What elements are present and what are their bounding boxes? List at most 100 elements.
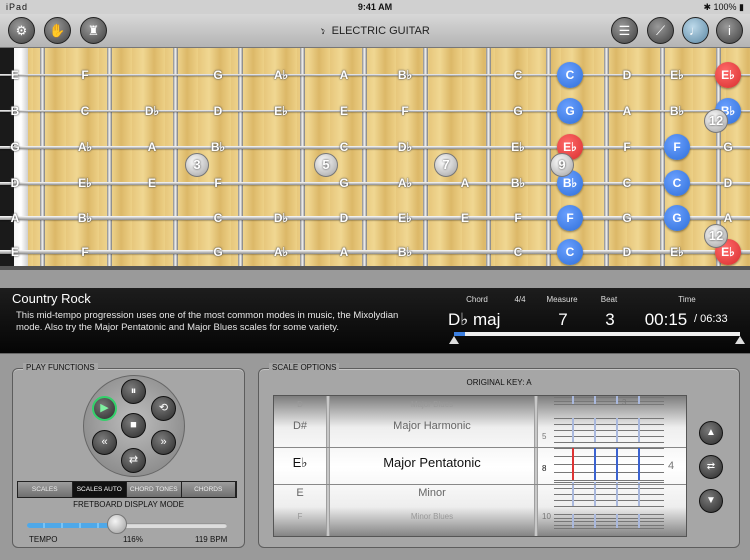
fret-note-label[interactable]: F <box>74 245 96 259</box>
fret-note-label[interactable]: B♭ <box>74 211 96 225</box>
scroll-up-button[interactable]: ▲ <box>699 421 723 445</box>
fret-note-label[interactable]: D <box>616 245 638 259</box>
fret-position-marker: 12 <box>704 109 728 133</box>
fret-note-label[interactable]: B♭ <box>207 140 229 154</box>
fret-note-label[interactable]: C <box>507 68 529 82</box>
fret-note-label[interactable]: F <box>507 211 529 225</box>
fret-note-label[interactable]: D <box>717 176 739 190</box>
fret-note-label[interactable]: C <box>207 211 229 225</box>
scale-note-dot[interactable]: C <box>664 170 690 196</box>
metronome-icon[interactable]: ♩ <box>682 17 709 44</box>
fret-note-label[interactable]: E <box>454 211 476 225</box>
open-string-label[interactable]: B <box>4 104 26 118</box>
fret-note-label[interactable]: C <box>333 140 355 154</box>
fret-note-label[interactable]: F <box>616 140 638 154</box>
fret-note-label[interactable]: A♭ <box>270 68 292 82</box>
open-string-label[interactable]: A <box>4 211 26 225</box>
fret-note-label[interactable]: C <box>507 245 529 259</box>
tempo-slider-thumb[interactable] <box>107 514 127 534</box>
mode-chords-button[interactable]: CHORDS <box>181 482 236 497</box>
fret-note-label[interactable]: B♭ <box>394 68 416 82</box>
fret-note-label[interactable]: G <box>333 176 355 190</box>
loop-start-marker[interactable] <box>449 336 459 344</box>
fret-note-label[interactable]: E♭ <box>394 211 416 225</box>
scale-option[interactable]: Minor <box>330 487 534 499</box>
repeat-button[interactable]: ⟲ <box>151 396 176 421</box>
forward-button[interactable]: » <box>151 430 176 455</box>
mode-scales-auto-button[interactable]: SCALES AUTO <box>72 482 127 497</box>
fret-note-label[interactable]: B♭ <box>507 176 529 190</box>
info-icon[interactable]: i <box>716 17 743 44</box>
scale-option[interactable]: Major Harmonic <box>330 420 534 432</box>
fret-note-label[interactable]: A <box>717 211 739 225</box>
scale-note-dot[interactable]: F <box>664 134 690 160</box>
fret-note-label[interactable]: D♭ <box>141 104 163 118</box>
tuner-icon[interactable]: ⟋ <box>647 17 674 44</box>
open-string-label[interactable]: E <box>4 68 26 82</box>
scale-option[interactable]: Major Blues <box>330 400 534 409</box>
mode-chord-tones-button[interactable]: CHORD TONES <box>127 482 182 497</box>
scale-note-dot[interactable]: G <box>557 98 583 124</box>
scale-note-dot[interactable]: F <box>557 205 583 231</box>
open-string-label[interactable]: D <box>4 176 26 190</box>
fret-note-label[interactable]: C <box>616 176 638 190</box>
fret-note-label[interactable]: E♭ <box>74 176 96 190</box>
fret-note-label[interactable]: A <box>141 140 163 154</box>
key-option[interactable]: D <box>274 400 326 409</box>
fret-note-label[interactable]: D♭ <box>394 140 416 154</box>
fret-note-label[interactable]: G <box>616 211 638 225</box>
scale-note-dot[interactable]: C <box>557 239 583 265</box>
fret-note-label[interactable]: A♭ <box>394 176 416 190</box>
scale-tab-diagram <box>554 396 664 405</box>
key-option[interactable]: E <box>274 487 326 499</box>
open-string-label[interactable]: G <box>4 140 26 154</box>
fret-note-label[interactable]: G <box>717 140 739 154</box>
fret-note-label[interactable]: D <box>207 104 229 118</box>
fret-note-label[interactable]: C <box>74 104 96 118</box>
fret-note-label[interactable]: E♭ <box>666 68 688 82</box>
staff-line <box>554 514 664 515</box>
loop-end-marker[interactable] <box>735 336 745 344</box>
song-progress-bar[interactable] <box>454 332 740 336</box>
strings-icon[interactable]: ☰ <box>611 17 638 44</box>
mode-scales-button[interactable]: SCALES <box>18 482 73 497</box>
fret-note-label[interactable]: A♭ <box>74 140 96 154</box>
scale-note-dot[interactable]: C <box>557 62 583 88</box>
fret-note-label[interactable]: D <box>616 68 638 82</box>
fret-note-label[interactable]: B♭ <box>666 104 688 118</box>
rewind-button[interactable]: « <box>92 430 117 455</box>
fret-note-label[interactable]: G <box>207 68 229 82</box>
fret-note-label[interactable]: F <box>74 68 96 82</box>
scroll-down-button[interactable]: ▼ <box>699 489 723 513</box>
key-option[interactable]: F <box>274 512 326 521</box>
stop-button[interactable]: ■ <box>121 413 146 438</box>
shuffle-scale-button[interactable]: ⇄ <box>699 455 723 479</box>
fret-note-label[interactable]: G <box>507 104 529 118</box>
fret-note-label[interactable]: A <box>616 104 638 118</box>
fret-note-label[interactable]: D♭ <box>270 211 292 225</box>
open-string-label[interactable]: E <box>4 245 26 259</box>
fret-note-label[interactable]: E <box>141 176 163 190</box>
scale-note-dot[interactable]: G <box>664 205 690 231</box>
fret-note-label[interactable]: E♭ <box>270 104 292 118</box>
fret-note-label[interactable]: E♭ <box>666 245 688 259</box>
fretboard[interactable]: E F G A♭ A B♭ C D E♭ B C D♭ D E♭ E F G A B♭ G A♭ A B♭ C D♭ E♭ F G D E… <box>0 48 750 270</box>
fret-note-label[interactable]: A <box>333 68 355 82</box>
pause-button[interactable]: ⏸ <box>121 379 146 404</box>
scale-picker[interactable]: D D# E♭ E F Major Blues Major Harmonic Major P… <box>273 395 687 537</box>
fret-note-label[interactable]: B♭ <box>394 245 416 259</box>
loop-button[interactable]: ⇄ <box>121 448 146 473</box>
fret-note-label[interactable]: E♭ <box>507 140 529 154</box>
fret-note-label[interactable]: F <box>207 176 229 190</box>
fret-note-label[interactable]: A <box>333 245 355 259</box>
fret-note-label[interactable]: E <box>333 104 355 118</box>
scale-option[interactable]: Minor Blues <box>330 512 534 521</box>
fret-note-label[interactable]: A <box>454 176 476 190</box>
fret-note-label[interactable]: G <box>207 245 229 259</box>
fret-note-label[interactable]: A♭ <box>270 245 292 259</box>
fret-note-label[interactable]: F <box>394 104 416 118</box>
play-button[interactable]: ▶ <box>92 396 117 421</box>
key-option[interactable]: D# <box>274 420 326 432</box>
scale-note-dot[interactable]: E♭ <box>715 62 741 88</box>
fret-note-label[interactable]: D <box>333 211 355 225</box>
